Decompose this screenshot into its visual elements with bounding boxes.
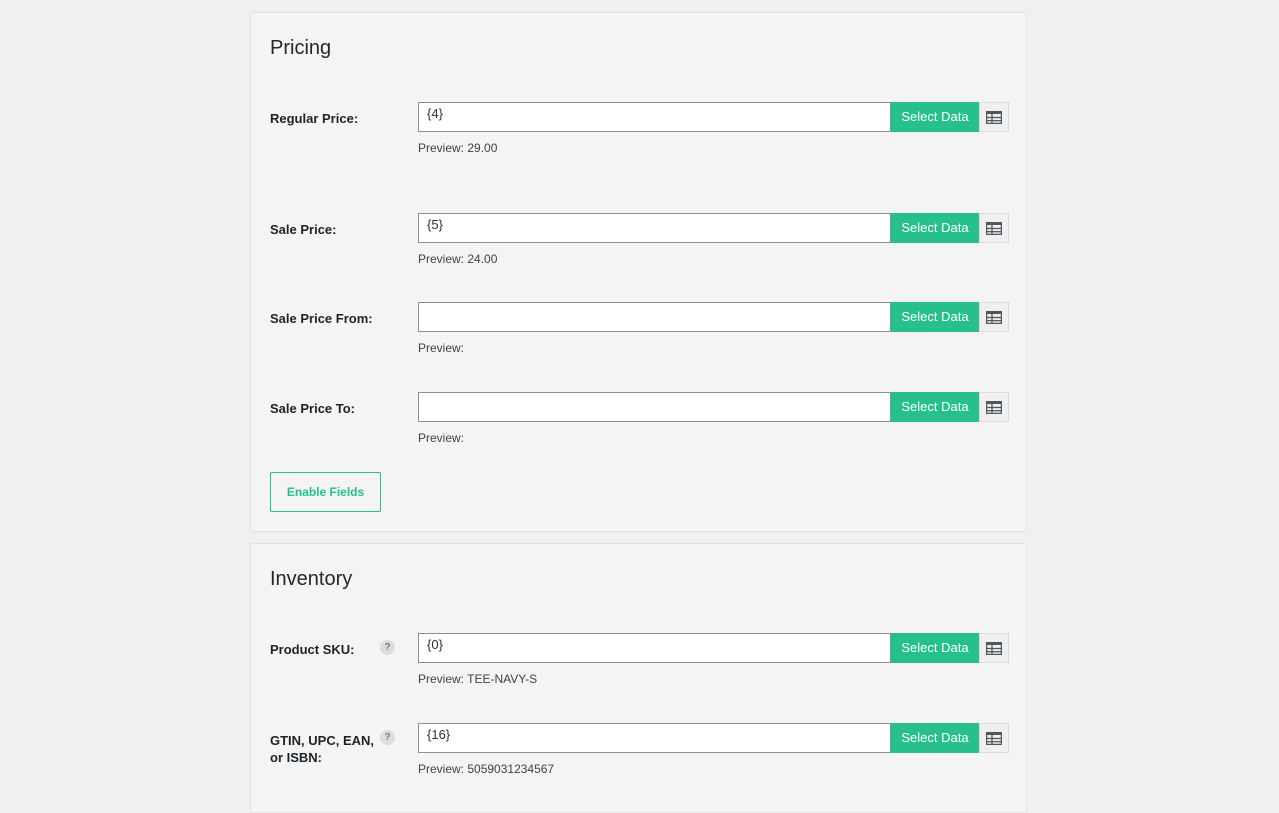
field-sale-price-from: Sale Price From: Select Data Preview:	[270, 302, 1010, 362]
table-button[interactable]	[979, 102, 1009, 132]
field-sale-price: Sale Price: {5} Select Data Preview: 24.…	[270, 213, 1010, 273]
table-icon	[986, 641, 1002, 655]
input-group: Select Data	[418, 302, 1009, 332]
select-data-button[interactable]: Select Data	[891, 392, 979, 422]
select-data-button[interactable]: Select Data	[891, 633, 979, 663]
input-group: {0} Select Data	[418, 633, 1009, 663]
select-data-button[interactable]: Select Data	[891, 213, 979, 243]
field-sale-price-to: Sale Price To: Select Data Preview:	[270, 392, 1010, 452]
table-icon	[986, 731, 1002, 745]
table-icon	[986, 221, 1002, 235]
table-icon	[986, 110, 1002, 124]
preview-text: Preview: 5059031234567	[418, 762, 555, 776]
preview-text: Preview:	[418, 341, 465, 355]
inventory-panel: Inventory Product SKU: ? {0} Select Data…	[250, 543, 1027, 813]
select-data-button[interactable]: Select Data	[891, 723, 979, 753]
table-button[interactable]	[979, 633, 1009, 663]
sale-price-input[interactable]: {5}	[418, 213, 891, 243]
help-icon[interactable]: ?	[380, 730, 395, 745]
field-label: Sale Price:	[270, 222, 337, 237]
table-button[interactable]	[979, 302, 1009, 332]
preview-text: Preview: TEE-NAVY-S	[418, 672, 538, 686]
field-label: Sale Price To:	[270, 401, 356, 416]
help-icon[interactable]: ?	[380, 640, 395, 655]
field-label: Regular Price:	[270, 111, 359, 126]
product-sku-input[interactable]: {0}	[418, 633, 891, 663]
preview-text: Preview:	[418, 431, 465, 445]
gtin-input[interactable]: {16}	[418, 723, 891, 753]
field-label: Product SKU:	[270, 642, 355, 657]
table-icon	[986, 310, 1002, 324]
field-label: Sale Price From:	[270, 311, 373, 326]
field-product-sku: Product SKU: ? {0} Select Data Preview: …	[270, 633, 1010, 693]
table-button[interactable]	[979, 723, 1009, 753]
inventory-title: Inventory	[270, 568, 353, 590]
input-group: {16} Select Data	[418, 723, 1009, 753]
input-group: {4} Select Data	[418, 102, 1009, 132]
field-regular-price: Regular Price: {4} Select Data Preview: …	[270, 102, 1010, 162]
table-button[interactable]	[979, 213, 1009, 243]
enable-fields-button[interactable]: Enable Fields	[270, 472, 381, 512]
pricing-title: Pricing	[270, 37, 332, 59]
preview-text: Preview: 24.00	[418, 252, 498, 266]
regular-price-input[interactable]: {4}	[418, 102, 891, 132]
pricing-panel: Pricing Regular Price: {4} Select Data P…	[250, 12, 1027, 532]
preview-text: Preview: 29.00	[418, 141, 498, 155]
input-group: Select Data	[418, 392, 1009, 422]
select-data-button[interactable]: Select Data	[891, 302, 979, 332]
select-data-button[interactable]: Select Data	[891, 102, 979, 132]
sale-price-from-input[interactable]	[418, 302, 891, 332]
field-gtin: GTIN, UPC, EAN, or ISBN: ? {16} Select D…	[270, 723, 1010, 783]
input-group: {5} Select Data	[418, 213, 1009, 243]
table-button[interactable]	[979, 392, 1009, 422]
field-label: GTIN, UPC, EAN, or ISBN:	[270, 733, 375, 765]
table-icon	[986, 400, 1002, 414]
sale-price-to-input[interactable]	[418, 392, 891, 422]
